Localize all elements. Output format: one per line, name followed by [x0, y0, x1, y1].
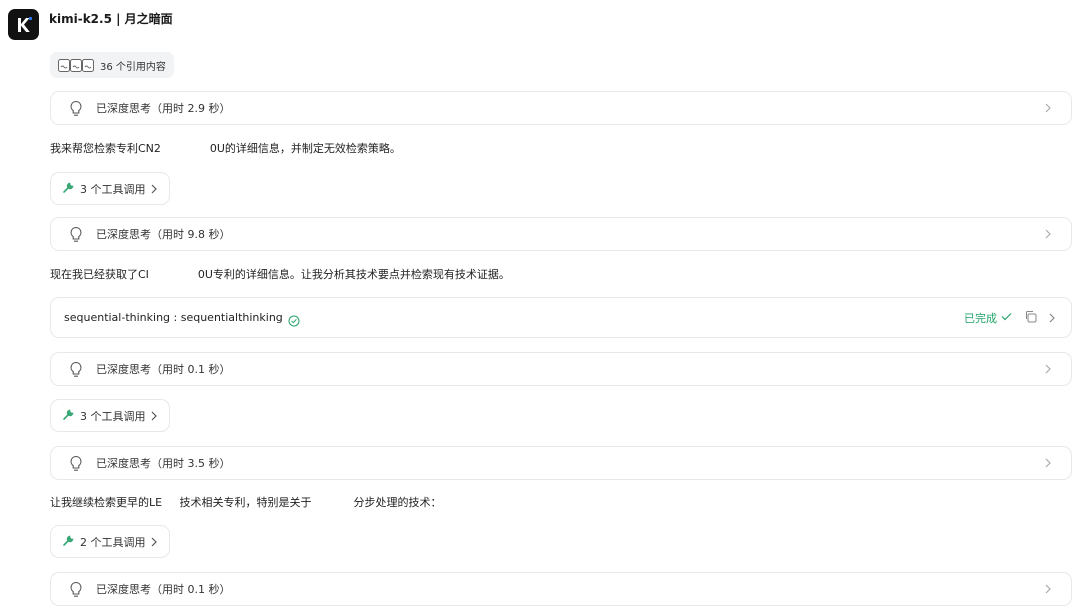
- tool-calls-label: 3 个工具调用: [80, 182, 146, 196]
- status-text: 已完成: [964, 311, 997, 325]
- tool-calls-button-3[interactable]: 2 个工具调用: [50, 525, 170, 558]
- wrench-icon: [62, 532, 75, 551]
- lightbulb-icon: [68, 580, 84, 598]
- thinking-label: 已深度思考（用时 3.5 秒）: [96, 457, 231, 470]
- tool-calls-label: 3 个工具调用: [80, 409, 146, 423]
- assistant-message-1: 我来帮您检索专利CN2 0U的详细信息，并制定无效检索策略。: [50, 142, 401, 155]
- chevron-right-icon[interactable]: [1043, 363, 1053, 375]
- thinking-block-5[interactable]: 已深度思考（用时 0.1 秒）: [50, 572, 1072, 606]
- chevron-right-icon[interactable]: [1043, 102, 1053, 114]
- references-count: 36 个引用内容: [100, 61, 166, 73]
- references-chip[interactable]: 36 个引用内容: [50, 52, 174, 78]
- chevron-right-icon[interactable]: [1043, 228, 1053, 240]
- kimi-logo: [8, 9, 39, 40]
- lightbulb-icon: [68, 225, 84, 243]
- chevron-right-icon[interactable]: [1049, 308, 1055, 327]
- lightbulb-icon: [68, 360, 84, 378]
- thinking-block-3[interactable]: 已深度思考（用时 0.1 秒）: [50, 352, 1072, 386]
- thinking-block-2[interactable]: 已深度思考（用时 9.8 秒）: [50, 217, 1072, 251]
- chevron-right-icon[interactable]: [1043, 457, 1053, 469]
- app-title: kimi-k2.5 | 月之暗面: [49, 12, 173, 26]
- tool-name: sequential-thinking : sequentialthinking: [64, 311, 283, 324]
- chevron-right-icon: [151, 406, 157, 425]
- wrench-icon: [62, 179, 75, 198]
- assistant-message-2: 现在我已经获取了CI 0U专利的详细信息。让我分析其技术要点并检索现有技术证据。: [50, 268, 510, 281]
- tool-calls-button-1[interactable]: 3 个工具调用: [50, 172, 170, 205]
- copy-icon[interactable]: [1024, 308, 1037, 327]
- thinking-block-1[interactable]: 已深度思考（用时 2.9 秒）: [50, 91, 1072, 125]
- tool-calls-button-2[interactable]: 3 个工具调用: [50, 399, 170, 432]
- thinking-label: 已深度思考（用时 0.1 秒）: [96, 583, 231, 596]
- tool-calls-label: 2 个工具调用: [80, 535, 146, 549]
- thinking-label: 已深度思考（用时 2.9 秒）: [96, 102, 231, 115]
- document-stack-icon: [57, 58, 94, 73]
- wrench-icon: [62, 406, 75, 425]
- chevron-right-icon[interactable]: [1043, 583, 1053, 595]
- thinking-label: 已深度思考（用时 9.8 秒）: [96, 228, 231, 241]
- lightbulb-icon: [68, 99, 84, 117]
- checkmark-icon: [1001, 311, 1012, 324]
- thinking-block-4[interactable]: 已深度思考（用时 3.5 秒）: [50, 446, 1072, 480]
- thinking-label: 已深度思考（用时 0.1 秒）: [96, 363, 231, 376]
- assistant-message-3: 让我继续检索更早的LE 技术相关专利，特别是关于 分步处理的技术：: [50, 496, 442, 509]
- chevron-right-icon: [151, 179, 157, 198]
- status-badge: 已完成: [964, 310, 1012, 326]
- chevron-right-icon: [151, 532, 157, 551]
- check-circle-icon: [288, 312, 300, 326]
- tool-result-card[interactable]: sequential-thinking : sequentialthinking…: [50, 297, 1072, 338]
- lightbulb-icon: [68, 454, 84, 472]
